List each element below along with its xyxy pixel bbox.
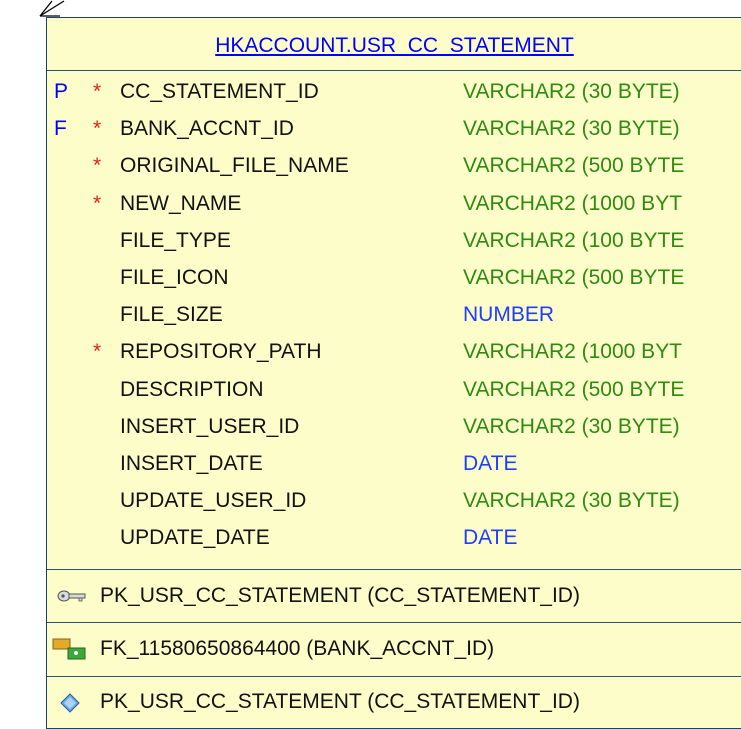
column-type: VARCHAR2 (500 BYTE	[463, 266, 685, 289]
column-row[interactable]: DESCRIPTION VARCHAR2 (500 BYTE	[47, 373, 741, 409]
relationship-crowfoot-icon	[39, 0, 65, 17]
foreign-key-constraint[interactable]: FK_11580650864400 (BANK_ACCNT_ID)	[47, 627, 741, 671]
column-type: VARCHAR2 (500 BYTE	[463, 377, 685, 401]
key-icon	[57, 590, 86, 602]
required-marker: *	[93, 191, 102, 215]
column-row[interactable]: INSERT_DATE DATE	[47, 447, 741, 483]
column-row[interactable]: FILE_ICON VARCHAR2 (500 BYTE	[47, 261, 741, 297]
column-type: VARCHAR2 (1000 BYT	[463, 340, 683, 364]
entity-table-usr-cc-statement[interactable]: HKACCOUNT.USR_CC_STATEMENT PK_USR_CC_STA…	[46, 17, 741, 729]
column-row[interactable]: FILE_TYPE VARCHAR2 (100 BYTE	[47, 224, 741, 260]
column-type: VARCHAR2 (30 BYTE)	[463, 489, 680, 513]
column-type: DATE	[463, 526, 518, 550]
column-row[interactable]: F * BANK_ACCNT_ID VARCHAR2 (30 BYTE)	[47, 112, 741, 148]
header-divider	[47, 70, 741, 71]
primary-key-label: PK_USR_CC_STATEMENT (CC_STATEMENT_ID)	[100, 584, 580, 607]
column-type: VARCHAR2 (30 BYTE)	[463, 80, 680, 103]
column-row[interactable]: * ORIGINAL_FILE_NAME VARCHAR2 (500 BYTE	[47, 149, 741, 185]
column-row[interactable]: P * CC_STATEMENT_ID VARCHAR2 (30 BYTE)	[47, 75, 741, 111]
column-name: ORIGINAL_FILE_NAME	[120, 154, 349, 178]
required-marker: *	[93, 154, 102, 178]
column-name: UPDATE_DATE	[120, 526, 270, 550]
constraints-divider-2	[47, 676, 741, 677]
primary-key-constraint[interactable]: PK_USR_CC_STATEMENT (CC_STATEMENT_ID)	[47, 574, 741, 618]
column-type: VARCHAR2 (1000 BYT	[463, 191, 683, 215]
column-name: DESCRIPTION	[120, 377, 264, 401]
column-type: VARCHAR2 (100 BYTE	[463, 228, 685, 252]
key-marker: P	[54, 80, 69, 103]
column-type: VARCHAR2 (500 BYTE	[463, 154, 685, 178]
column-name: FILE_TYPE	[120, 228, 231, 252]
column-type: DATE	[463, 452, 518, 475]
table-title: HKACCOUNT.USR_CC_STATEMENT	[215, 34, 574, 57]
column-row[interactable]: INSERT_USER_ID VARCHAR2 (30 BYTE)	[47, 410, 741, 446]
index-diamond-icon	[60, 693, 80, 713]
columns-divider	[47, 569, 741, 570]
foreign-key-icon	[52, 638, 86, 660]
column-name: INSERT_USER_ID	[120, 414, 300, 438]
column-name: BANK_ACCNT_ID	[120, 117, 294, 141]
column-type: NUMBER	[463, 303, 555, 327]
column-row[interactable]: UPDATE_DATE DATE	[47, 521, 741, 557]
foreign-key-label: FK_11580650864400 (BANK_ACCNT_ID)	[100, 637, 495, 660]
column-name: CC_STATEMENT_ID	[120, 80, 319, 103]
index-constraint[interactable]: PK_USR_CC_STATEMENT (CC_STATEMENT_ID)	[47, 680, 741, 724]
column-name: FILE_ICON	[120, 266, 229, 289]
column-name: UPDATE_USER_ID	[120, 489, 307, 513]
index-label: PK_USR_CC_STATEMENT (CC_STATEMENT_ID)	[100, 690, 580, 713]
column-name: NEW_NAME	[120, 191, 242, 215]
column-row[interactable]: * REPOSITORY_PATH VARCHAR2 (1000 BYT	[47, 335, 741, 371]
required-marker: *	[93, 80, 102, 103]
column-row[interactable]: * NEW_NAME VARCHAR2 (1000 BYT	[47, 187, 741, 223]
required-marker: *	[93, 117, 102, 141]
column-name: FILE_SIZE	[120, 303, 223, 327]
column-name: INSERT_DATE	[120, 452, 263, 475]
column-type: VARCHAR2 (30 BYTE)	[463, 414, 680, 438]
column-row[interactable]: FILE_SIZE NUMBER	[47, 298, 741, 334]
required-marker: *	[93, 340, 102, 364]
column-type: VARCHAR2 (30 BYTE)	[463, 117, 680, 141]
constraints-divider-1	[47, 622, 741, 623]
column-row[interactable]: UPDATE_USER_ID VARCHAR2 (30 BYTE)	[47, 484, 741, 520]
column-name: REPOSITORY_PATH	[120, 340, 322, 364]
key-marker: F	[54, 117, 67, 141]
